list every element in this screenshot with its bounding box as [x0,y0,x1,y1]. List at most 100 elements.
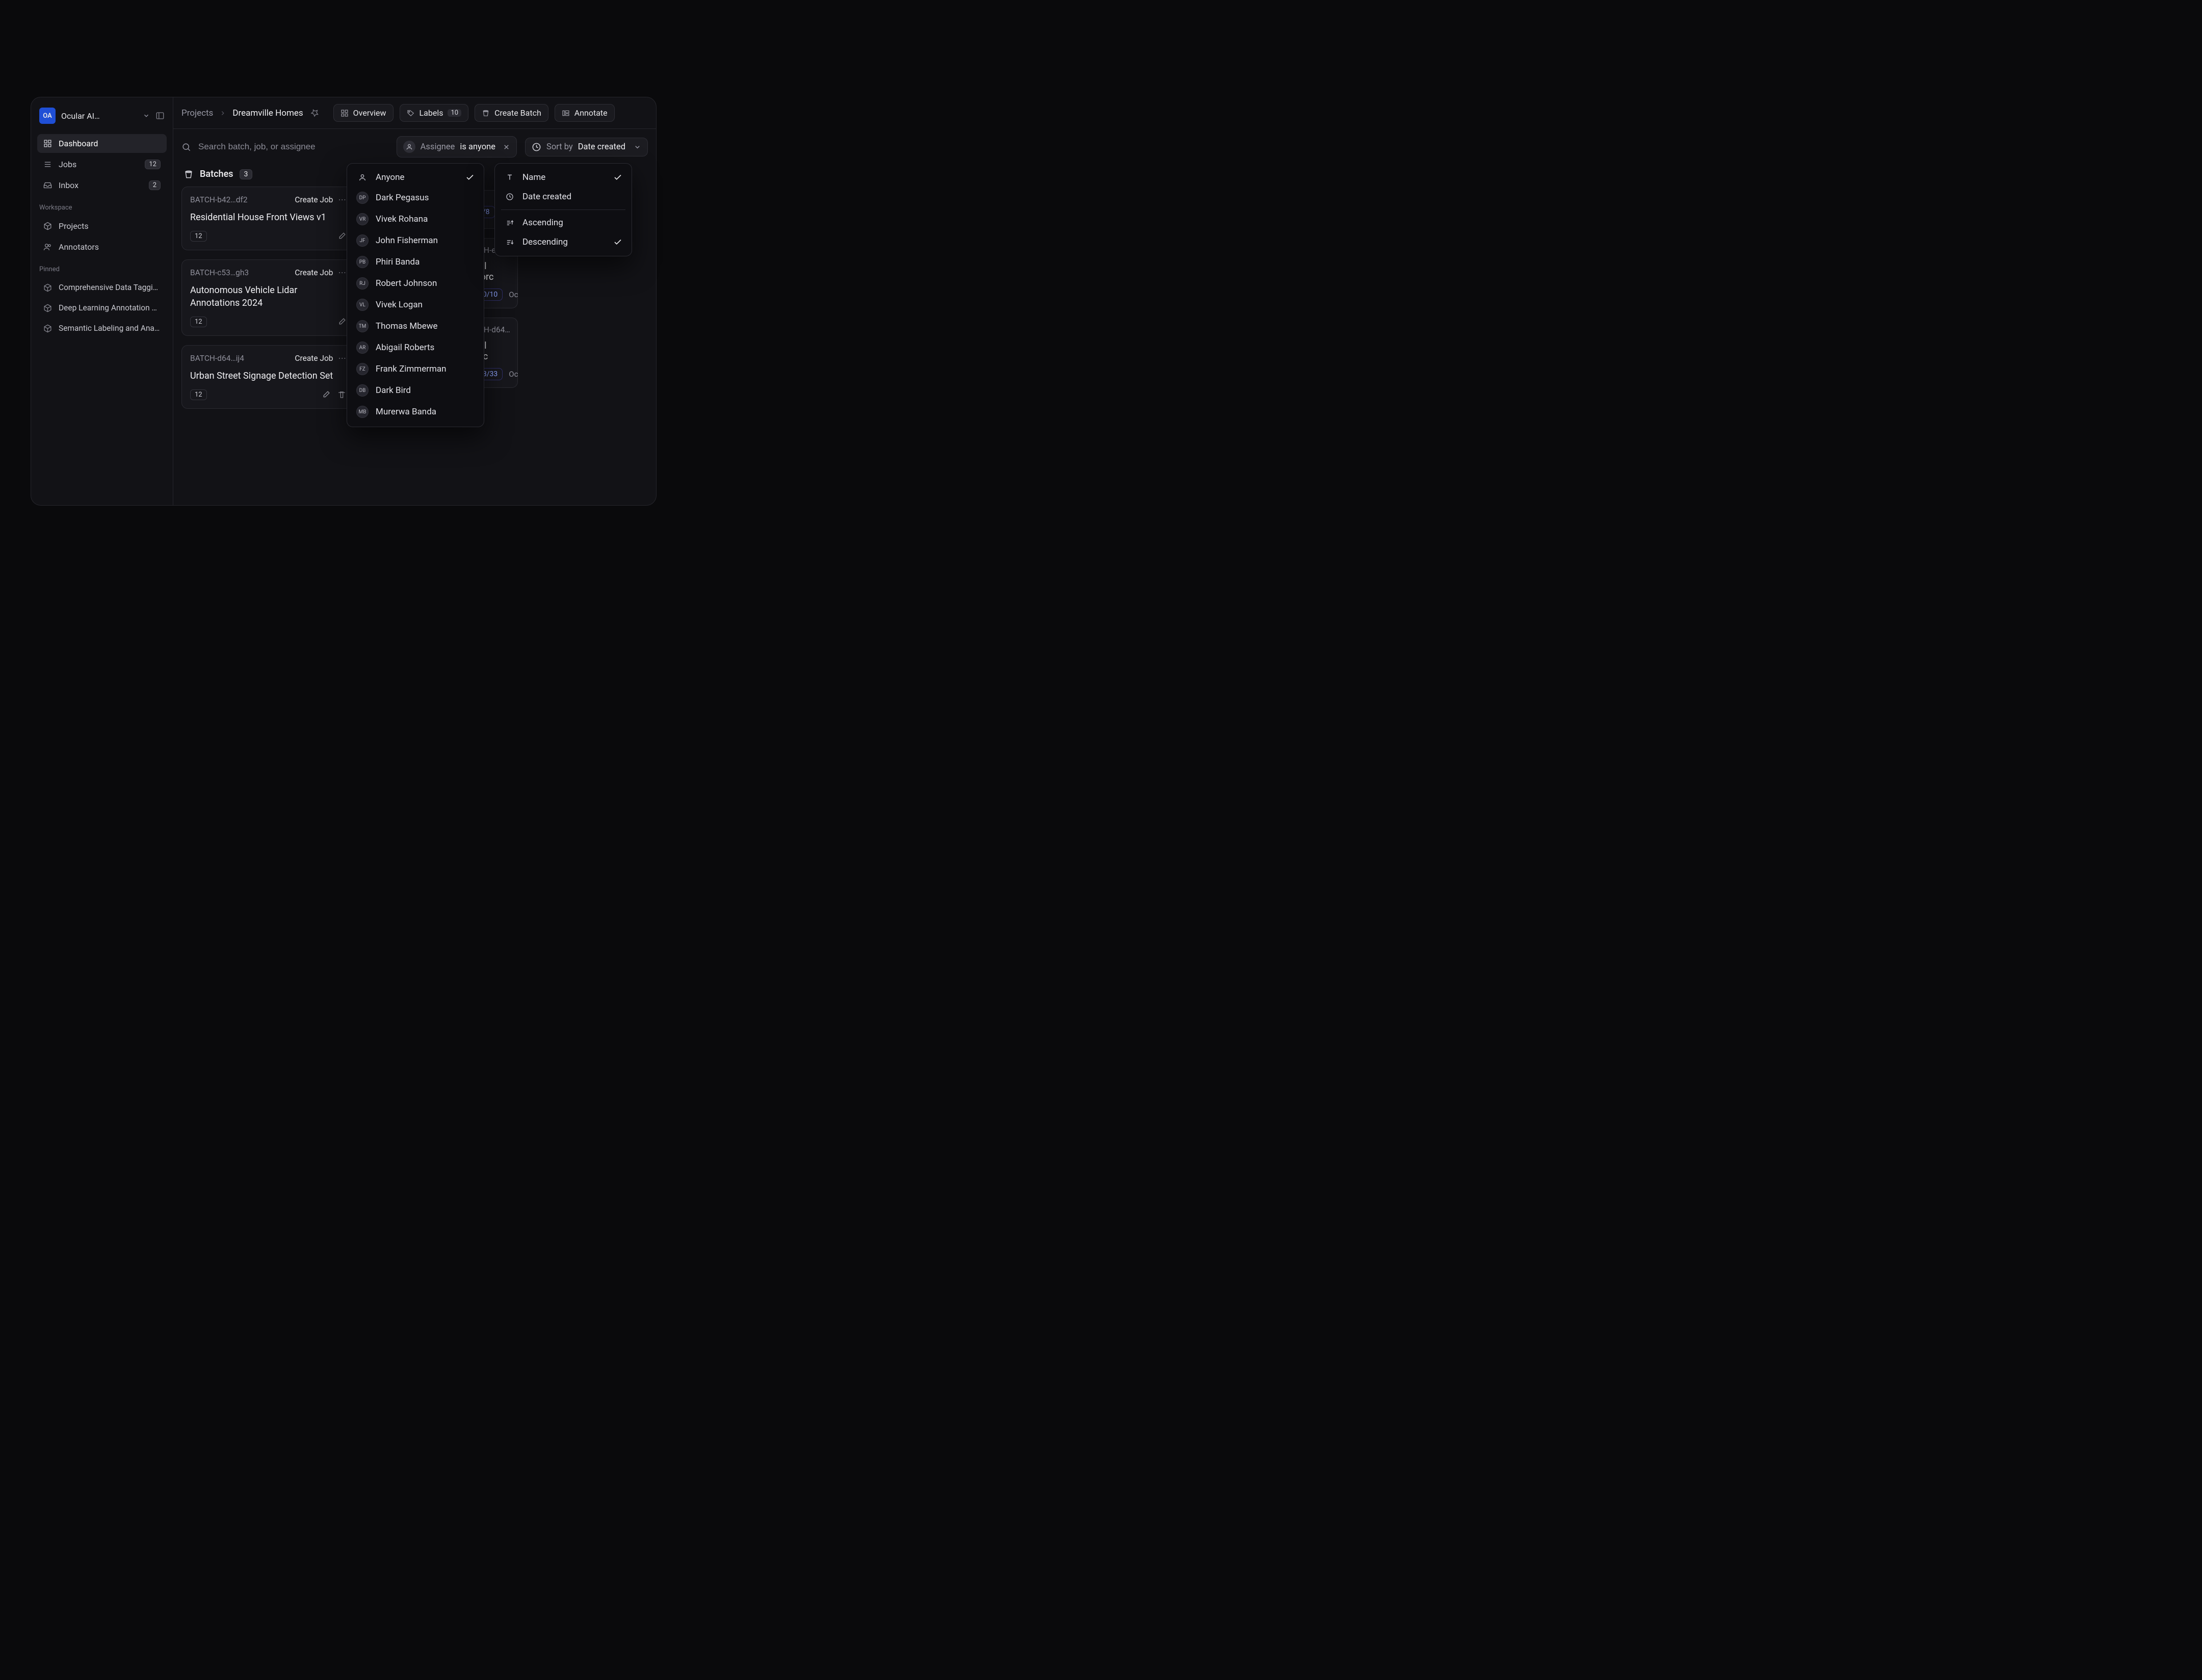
person-icon [356,173,369,181]
assignee-option[interactable]: ARAbigail Roberts [351,337,480,358]
clock-icon [504,193,515,201]
button-label: Annotate [574,108,608,118]
sort-asc-icon [504,219,515,227]
app-frame: OA Ocular AI… Dashboard Jobs 12 [31,97,657,506]
search-icon [181,142,191,152]
pinned-label: Deep Learning Annotation Fr… [59,303,161,312]
workspace-switcher[interactable]: OA Ocular AI… [37,104,167,132]
option-label: Robert Johnson [376,278,437,288]
chevron-down-icon [143,112,150,119]
edit-icon[interactable] [322,390,330,399]
clock-icon [532,142,541,152]
batch-card[interactable]: BATCH-d64…ij4 Create Job ⋯ Urban Street … [181,345,355,409]
date-text: Oc [509,290,518,299]
overview-button[interactable]: Overview [333,104,394,122]
search-field[interactable] [181,142,388,152]
avatar-initials: RJ [356,277,369,290]
divider [501,209,625,210]
avatar-initials: VL [356,299,369,311]
option-label: Phiri Banda [376,257,420,267]
option-label: Dark Bird [376,385,411,396]
sidebar-collapse-icon[interactable] [155,111,165,120]
batch-title: Autonomous Vehicle Lidar Annotations 202… [190,284,346,309]
assignee-option[interactable]: MBMurerwa Banda [351,401,480,423]
assignee-option[interactable]: VLVivek Logan [351,294,480,316]
button-label: Create Batch [494,108,541,118]
nav-jobs[interactable]: Jobs 12 [37,155,167,174]
assignee-option[interactable]: TMThomas Mbewe [351,316,480,337]
dashboard-icon [43,139,52,148]
clear-icon[interactable] [503,143,510,151]
box-icon [43,304,52,312]
nav-dashboard[interactable]: Dashboard [37,134,167,153]
more-icon[interactable]: ⋯ [338,268,347,277]
create-job-link[interactable]: Create Job [295,195,333,204]
more-icon[interactable]: ⋯ [338,195,347,204]
column-title: Batches [200,169,233,179]
sort-option-name[interactable]: Name [499,168,627,187]
option-label: Date created [522,192,571,202]
trash-icon[interactable] [337,390,346,399]
create-job-link[interactable]: Create Job [295,354,333,363]
sort-chip[interactable]: Sort by Date created [525,138,648,156]
pinned-item[interactable]: Comprehensive Data Taggin… [37,278,167,297]
nav-inbox[interactable]: Inbox 2 [37,176,167,195]
pinned-item[interactable]: Deep Learning Annotation Fr… [37,299,167,317]
batch-title: Urban Street Signage Detection Set [190,370,346,382]
labels-button[interactable]: Labels 10 [400,104,469,122]
create-job-link[interactable]: Create Job [295,268,333,277]
assignee-option[interactable]: VRVivek Rohana [351,208,480,230]
pin-icon[interactable] [310,109,319,117]
sort-option-date[interactable]: Date created [499,187,627,206]
grid-icon [340,109,349,117]
nav-annotators[interactable]: Annotators [37,238,167,256]
edit-icon[interactable] [337,318,346,326]
create-batch-button[interactable]: Create Batch [475,104,548,122]
person-icon [403,141,415,153]
nav-projects[interactable]: Projects [37,217,167,235]
breadcrumb-root[interactable]: Projects [181,108,213,118]
nav-label: Inbox [59,180,78,190]
check-icon [613,173,622,182]
more-icon[interactable]: ⋯ [338,354,347,363]
assignee-option-anyone[interactable]: Anyone [351,168,480,187]
nav-label: Jobs [59,160,76,169]
box-icon [43,324,52,333]
batch-card[interactable]: BATCH-c53…gh3 Create Job ⋯ Autonomous Ve… [181,259,355,336]
assignee-option[interactable]: DPDark Pegasus [351,187,480,208]
assignee-option[interactable]: FZFrank Zimmerman [351,358,480,380]
assignee-option[interactable]: JFJohn Fisherman [351,230,480,251]
pinned-item[interactable]: Semantic Labeling and Analy… [37,319,167,337]
option-label: Descending [522,237,568,247]
option-label: John Fisherman [376,235,438,246]
nav-label: Dashboard [59,139,98,148]
edit-icon[interactable] [337,232,346,241]
nav-label: Projects [59,221,89,231]
assignee-option[interactable]: RJ Robert Johnson [351,273,480,294]
users-icon [43,243,52,251]
sort-order-descending[interactable]: Descending [499,232,627,252]
avatar-initials: VR [356,213,369,225]
button-label: Overview [353,108,386,118]
search-input[interactable] [198,142,388,152]
breadcrumb-current: Dreamville Homes [232,108,303,118]
section-workspace: Workspace [37,197,167,215]
assignee-option[interactable]: PB Phiri Banda [351,251,480,273]
column-header: Batches 3 [181,165,355,187]
avatar-initials: PB [356,256,369,268]
option-label: Frank Zimmerman [376,364,447,374]
assignee-filter-chip[interactable]: Assignee is anyone [397,136,517,158]
assignee-option[interactable]: DBDark Bird [351,380,480,401]
option-label: Abigail Roberts [376,343,434,353]
chip-prefix: Sort by [546,142,573,152]
annotate-button[interactable]: Annotate [555,104,615,122]
filterbar: Assignee is anyone Sort by Date created [173,129,656,165]
inbox-count-badge: 2 [149,180,161,190]
sort-order-ascending[interactable]: Ascending [499,213,627,232]
batch-id: BATCH-b42…df2 [190,195,290,204]
batch-card[interactable]: BATCH-b42…df2 Create Job ⋯ Residential H… [181,187,355,250]
chevron-right-icon [219,110,226,117]
option-label: Dark Pegasus [376,193,429,203]
nav-label: Annotators [59,242,99,252]
topbar: Projects Dreamville Homes Overview Label… [173,97,656,129]
